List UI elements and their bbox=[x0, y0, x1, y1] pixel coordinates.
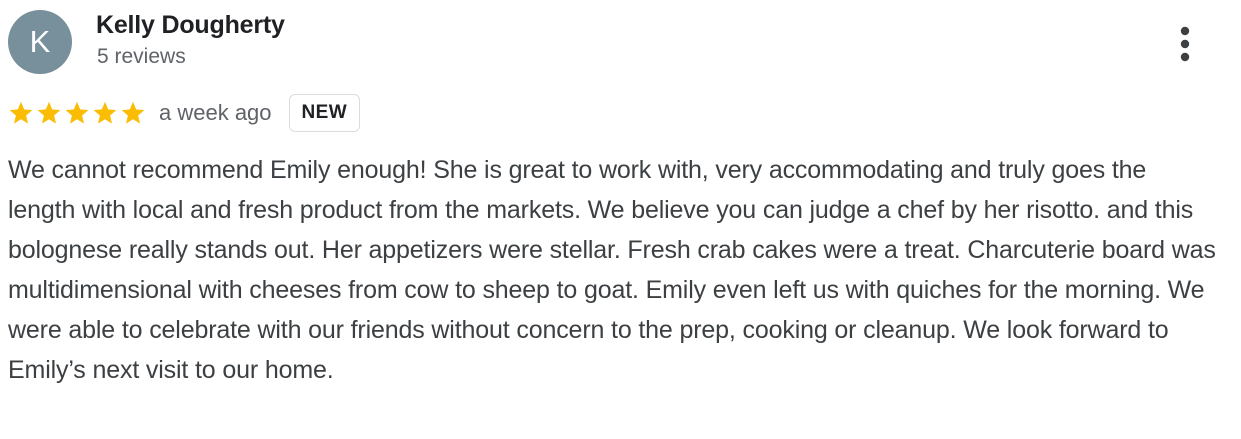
more-options-button[interactable] bbox=[1168, 22, 1202, 66]
star-icon bbox=[65, 101, 89, 124]
review-text: We cannot recommend Emily enough! She is… bbox=[8, 156, 1216, 384]
star-icon bbox=[93, 101, 117, 124]
star-icon bbox=[121, 101, 145, 124]
rating-row: a week ago NEW bbox=[8, 92, 361, 134]
review-card: K Kelly Dougherty 5 reviews a week ago N… bbox=[0, 0, 1241, 439]
avatar-letter: K bbox=[29, 24, 51, 59]
reviewer-name[interactable]: Kelly Dougherty bbox=[96, 11, 285, 40]
avatar[interactable]: K bbox=[8, 10, 72, 74]
review-time: a week ago bbox=[159, 100, 272, 125]
star-rating bbox=[8, 100, 146, 126]
reviewer-review-count: 5 reviews bbox=[97, 45, 186, 68]
more-vert-icon bbox=[1180, 26, 1190, 62]
new-badge: NEW bbox=[288, 94, 361, 132]
star-icon bbox=[9, 101, 33, 124]
star-icon bbox=[37, 101, 61, 124]
